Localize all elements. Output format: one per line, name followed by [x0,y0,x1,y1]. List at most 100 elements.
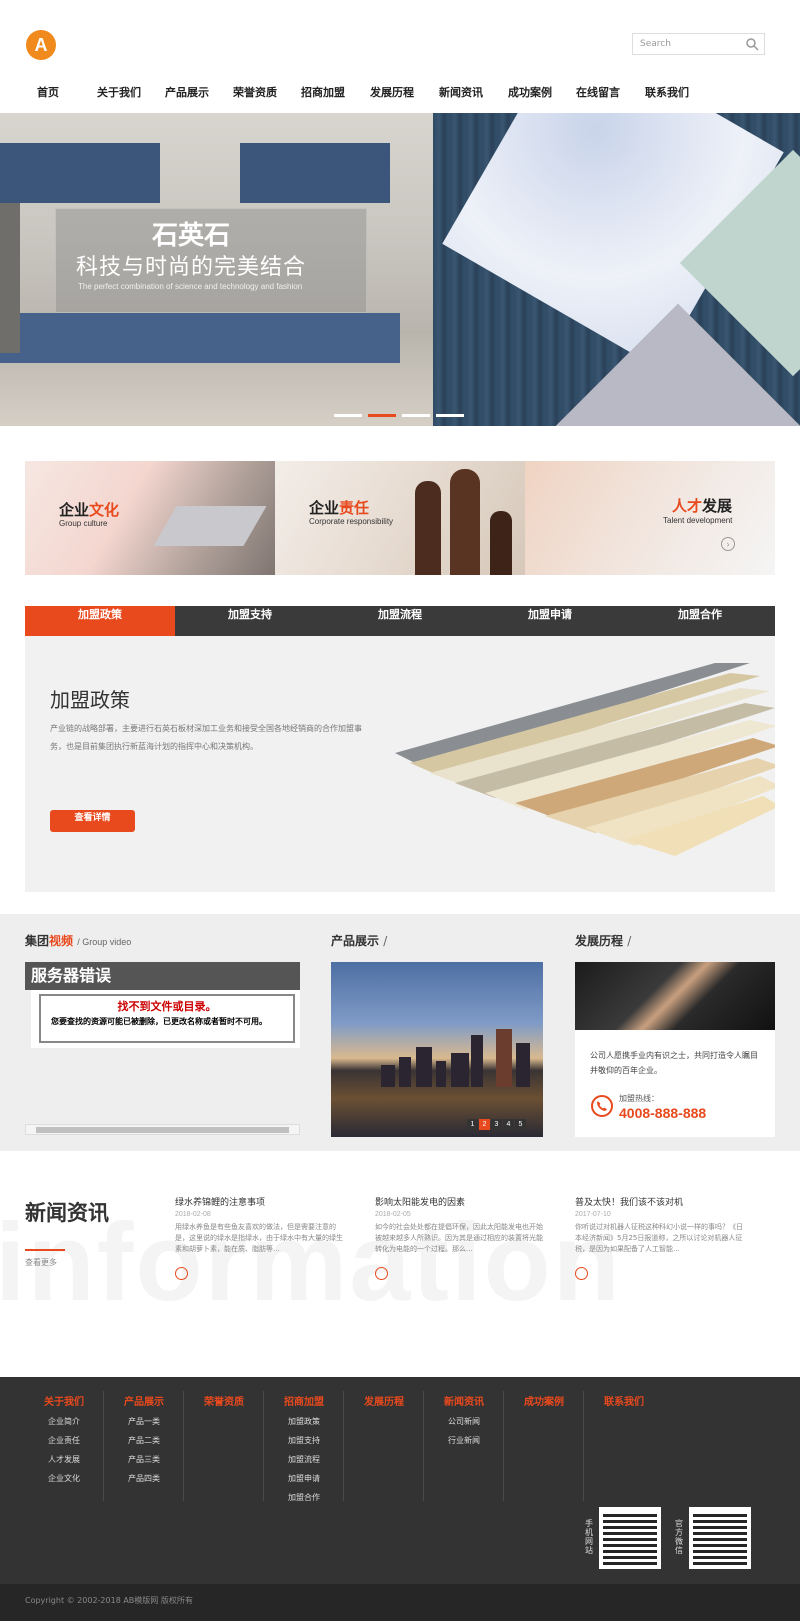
tab-policy[interactable]: 加盟政策 [25,606,175,636]
page-button-5[interactable]: 5 [515,1119,526,1130]
nav-item-message[interactable]: 在线留言 [576,84,620,100]
feature-title-a: 人才 [672,497,703,515]
feature-title-a: 企业 [59,501,90,519]
chevron-right-icon[interactable]: › [721,537,735,551]
page-button-2-active[interactable]: 2 [479,1119,490,1130]
slide-dot-2-active[interactable] [368,414,396,417]
panel-title: 加盟政策 [50,688,130,712]
nav-item-about[interactable]: 关于我们 [97,84,141,100]
feature-talent[interactable]: 人才发展 Talent development › [525,461,775,575]
main-nav: 首页 关于我们 产品展示 荣誉资质 招商加盟 发展历程 新闻资讯 成功案例 在线… [0,84,800,104]
news-section: information 新闻资讯 查看更多 绿水养锦鲤的注意事项 2018-02… [0,1151,800,1377]
footer-col-honors: 荣誉资质 [185,1393,263,1408]
hero-banner[interactable]: 石英石 科技与时尚的完美结合 The perfect combination o… [0,113,800,426]
tab-support[interactable]: 加盟支持 [175,606,325,636]
page-button-3[interactable]: 3 [491,1119,502,1130]
footer-heading[interactable]: 产品展示 [105,1393,183,1408]
footer-divider [183,1391,184,1501]
products-title-suffix: / [383,934,388,948]
slide-dot-1[interactable] [334,414,362,417]
logo[interactable]: A [26,30,56,60]
news-item[interactable]: 影响太阳能发电的因素 2018-02-05 如今的社会处处都在提倡环保，因此太阳… [375,1195,545,1280]
news-item[interactable]: 绿水养锦鲤的注意事项 2018-02-08 用绿水养鱼是有些鱼友喜欢的做法，但是… [175,1195,345,1280]
footer-divider [583,1391,584,1501]
error-body: 找不到文件或目录。 您要查找的资源可能已被删除，已更改名称或者暂时不可用。 [31,990,300,1048]
nav-item-products[interactable]: 产品展示 [165,84,209,100]
footer-heading[interactable]: 新闻资讯 [425,1393,503,1408]
nav-item-news[interactable]: 新闻资讯 [439,84,483,100]
footer-link[interactable]: 产品四类 [105,1473,183,1484]
page-button-4[interactable]: 4 [503,1119,514,1130]
feature-title-b: 责任 [339,499,370,517]
banner-title: 石英石 [151,221,230,251]
banner-subtitle-en: The perfect combination of science and t… [78,282,303,291]
footer-link[interactable]: 产品二类 [105,1435,183,1446]
view-details-button[interactable]: 查看详情 [50,810,135,832]
footer-link[interactable]: 加盟申请 [265,1473,343,1484]
footer-heading[interactable]: 成功案例 [505,1393,583,1408]
footer-link[interactable]: 公司新闻 [425,1416,503,1427]
arrow-right-icon[interactable] [175,1267,188,1280]
search-input[interactable]: Search [632,33,765,55]
footer-link[interactable]: 行业新闻 [425,1435,503,1446]
horizontal-scrollbar[interactable] [25,1124,300,1135]
nav-item-honors[interactable]: 荣誉资质 [233,84,277,100]
history-title-suffix: / [627,934,632,948]
tab-panel: 加盟政策 产业链的战略部署，主要进行石英石板材深加工业务和接受全国各地经销商的合… [25,636,775,892]
slide-dot-3[interactable] [402,414,430,417]
quartz-strips-image [395,663,775,856]
footer-link[interactable]: 企业文化 [25,1473,103,1484]
history-text: 公司人愿携手业内有识之士，共同打造令人瞩目并敬仰的百年企业。 [590,1051,758,1075]
search-placeholder: Search [640,39,671,49]
footer-heading[interactable]: 发展历程 [345,1393,423,1408]
footer-link[interactable]: 产品三类 [105,1454,183,1465]
tab-apply[interactable]: 加盟申请 [475,606,625,636]
footer-col-about: 关于我们 企业简介 企业责任 人才发展 企业文化 [25,1393,103,1484]
news-item-title[interactable]: 绿水养锦鲤的注意事项 [175,1195,345,1208]
footer-heading[interactable]: 招商加盟 [265,1393,343,1408]
footer-divider [503,1391,504,1501]
feature-subtitle: Corporate responsibility [309,517,394,526]
footer-link[interactable]: 人才发展 [25,1454,103,1465]
search-icon[interactable] [745,37,759,51]
footer-link[interactable]: 产品一类 [105,1416,183,1427]
footer-link[interactable]: 企业简介 [25,1416,103,1427]
qr-mobile-label: 手机网站 [585,1519,593,1555]
footer-heading[interactable]: 联系我们 [585,1393,663,1408]
footer-heading[interactable]: 荣誉资质 [185,1393,263,1408]
news-item-title[interactable]: 影响太阳能发电的因素 [375,1195,545,1208]
qr-code-mobile [599,1507,661,1569]
footer-link[interactable]: 加盟支持 [265,1435,343,1446]
hotline-number[interactable]: 4008-888-888 [619,1105,706,1121]
tab-cooperation[interactable]: 加盟合作 [625,606,775,636]
footer-heading[interactable]: 关于我们 [25,1393,103,1408]
scrollbar-thumb[interactable] [36,1127,289,1133]
feature-responsibility[interactable]: 企业责任 Corporate responsibility [275,461,525,575]
feature-subtitle: Talent development [663,516,733,525]
nav-item-history[interactable]: 发展历程 [370,84,414,100]
nav-item-home[interactable]: 首页 [37,84,59,100]
page-button-1[interactable]: 1 [467,1119,478,1130]
nav-item-cases[interactable]: 成功案例 [508,84,552,100]
arrow-right-icon[interactable] [575,1267,588,1280]
footer-divider [343,1391,344,1501]
feature-culture[interactable]: 企业文化 Group culture [25,461,275,575]
arrow-right-icon[interactable] [375,1267,388,1280]
news-item[interactable]: 普及太快！我们该不该对机 2017-07-10 你听说过对机器人征税这种科幻小说… [575,1195,745,1280]
nav-item-contact[interactable]: 联系我们 [645,84,689,100]
tab-process[interactable]: 加盟流程 [325,606,475,636]
slide-dot-4[interactable] [436,414,464,417]
footer-col-products: 产品展示 产品一类 产品二类 产品三类 产品四类 [105,1393,183,1484]
middle-section: 集团视频 / Group video 服务器错误 找不到文件或目录。 您要查找的… [0,914,800,1151]
nav-item-franchise[interactable]: 招商加盟 [301,84,345,100]
footer-link[interactable]: 加盟流程 [265,1454,343,1465]
news-item-title[interactable]: 普及太快！我们该不该对机 [575,1195,745,1208]
footer-link[interactable]: 企业责任 [25,1435,103,1446]
city-image[interactable]: 1 2 3 4 5 [331,962,543,1137]
footer-link[interactable]: 加盟政策 [265,1416,343,1427]
feature-title-a: 企业 [309,499,340,517]
news-more-link[interactable]: 查看更多 [25,1257,57,1268]
history-title: 发展历程 [575,934,624,948]
error-title: 找不到文件或目录。 [117,1000,217,1013]
footer-link[interactable]: 加盟合作 [265,1492,343,1503]
